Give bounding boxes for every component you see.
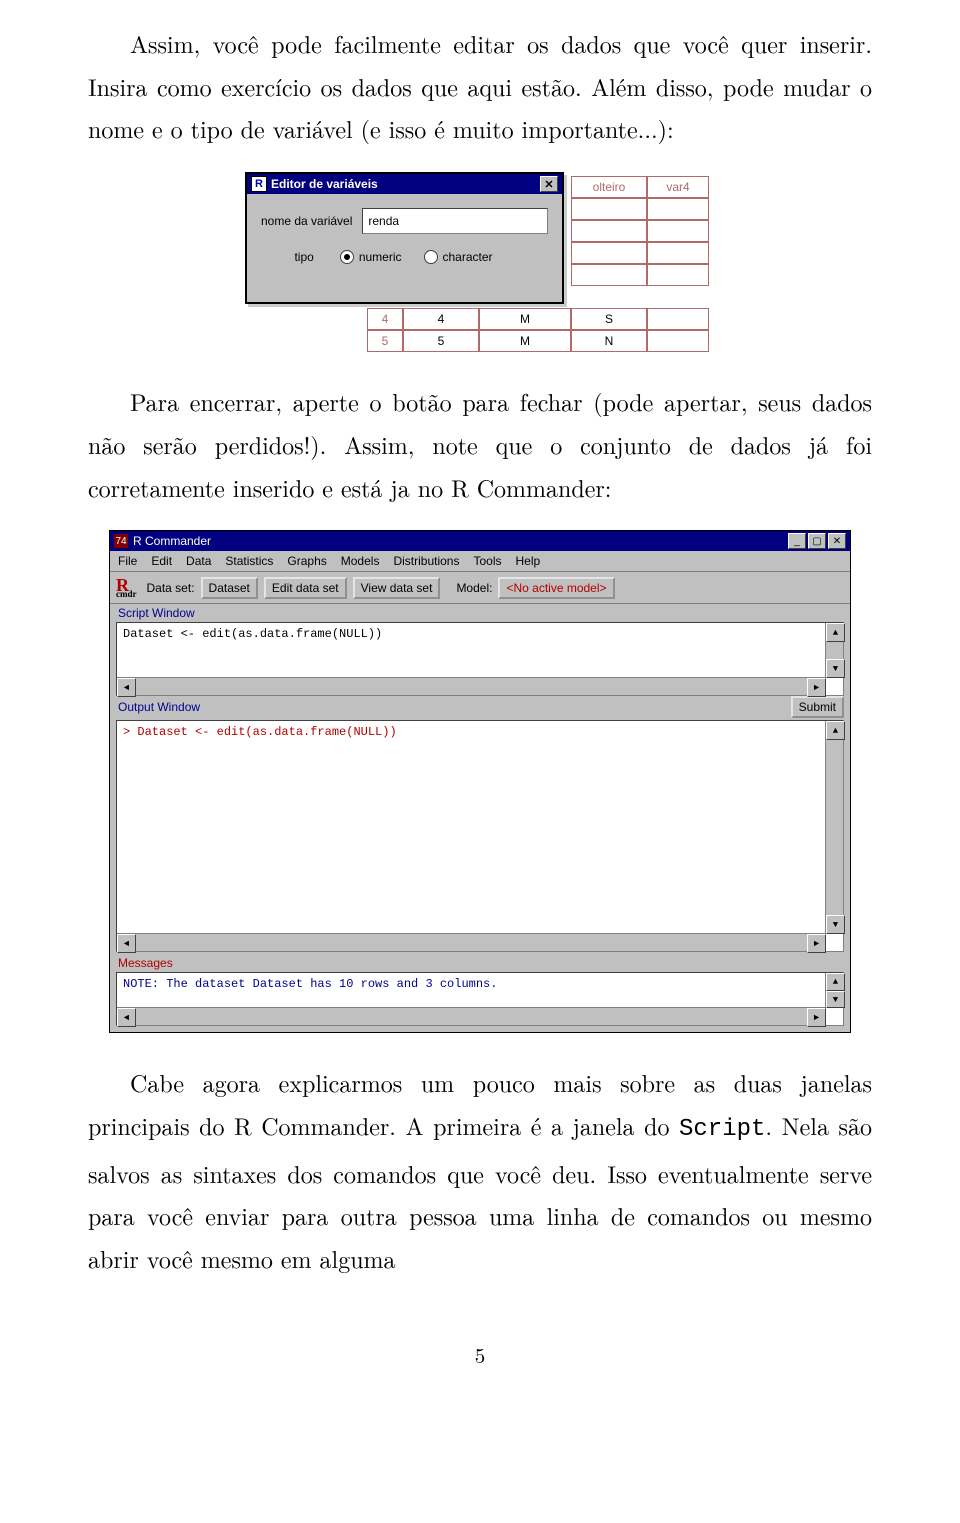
menu-graphs[interactable]: Graphs — [287, 554, 326, 568]
dialog-title: Editor de variáveis — [271, 177, 378, 191]
paragraph-3: Cabe agora explicarmos um pouco mais sob… — [88, 1061, 872, 1280]
maximize-button[interactable]: ▢ — [808, 533, 826, 549]
script-window[interactable]: Dataset <- edit(as.data.frame(NULL)) ▲▼ … — [116, 622, 844, 696]
inline-code: Script — [679, 1116, 765, 1143]
grid-rowhead: 5 — [367, 330, 403, 352]
app-icon: 74 — [114, 534, 128, 548]
submit-button[interactable]: Submit — [791, 696, 844, 718]
output-window-label: Output Window — [116, 700, 200, 714]
model-value: <No active model> — [506, 581, 606, 595]
grid-cell[interactable] — [647, 220, 709, 242]
grid-cell[interactable]: M — [479, 330, 571, 352]
rcommander-window: 74 R Commander _ ▢ ✕ File Edit Data Stat… — [109, 530, 851, 1033]
grid-cell[interactable]: 5 — [403, 330, 479, 352]
grid-cell[interactable] — [647, 330, 709, 352]
output-content: > Dataset <- edit(as.data.frame(NULL)) — [117, 721, 843, 743]
variable-name-label: nome da variável — [261, 214, 352, 228]
scroll-up-icon[interactable]: ▲ — [826, 721, 845, 740]
figure-editor-variaveis: olteiro var4 4 4 M S 5 5 M N — [88, 172, 872, 352]
grid-cell[interactable] — [571, 242, 647, 264]
radio-character[interactable]: character — [424, 250, 493, 264]
scroll-left-icon[interactable]: ◄ — [117, 934, 136, 953]
grid-cell[interactable] — [647, 198, 709, 220]
rcmdr-logo: Rcmdr — [116, 576, 137, 599]
grid-cell[interactable] — [647, 308, 709, 330]
edit-dataset-button[interactable]: Edit data set — [264, 577, 347, 599]
dataset-button[interactable]: Dataset — [201, 577, 258, 599]
dialog-titlebar: R Editor de variáveis ✕ — [247, 174, 562, 194]
type-label: tipo — [294, 250, 313, 264]
radio-numeric[interactable]: numeric — [340, 250, 402, 264]
script-window-label: Script Window — [110, 604, 850, 620]
grid-cell[interactable]: N — [571, 330, 647, 352]
messages-label: Messages — [110, 954, 850, 970]
scroll-up-icon[interactable]: ▲ — [826, 623, 845, 642]
paragraph-2: Para encerrar, aperte o botão para fecha… — [88, 380, 872, 508]
dataset-label: Data set: — [147, 581, 195, 595]
scrollbar-horizontal[interactable]: ◄► — [117, 677, 826, 695]
scroll-down-icon[interactable]: ▼ — [826, 915, 845, 934]
menu-tools[interactable]: Tools — [473, 554, 501, 568]
window-title: R Commander — [133, 534, 211, 548]
scroll-down-icon[interactable]: ▼ — [826, 991, 845, 1009]
variable-name-input[interactable] — [362, 208, 548, 234]
figure-rcommander: 74 R Commander _ ▢ ✕ File Edit Data Stat… — [88, 530, 872, 1033]
menubar: File Edit Data Statistics Graphs Models … — [110, 551, 850, 572]
radio-dot-icon — [340, 250, 354, 264]
scrollbar-vertical[interactable]: ▲▼ — [825, 623, 843, 678]
menu-models[interactable]: Models — [341, 554, 380, 568]
grid-header: olteiro — [571, 176, 647, 198]
menu-distributions[interactable]: Distributions — [393, 554, 459, 568]
scrollbar-horizontal[interactable]: ◄► — [117, 1007, 826, 1025]
window-titlebar: 74 R Commander _ ▢ ✕ — [110, 531, 850, 551]
grid-cell[interactable]: M — [479, 308, 571, 330]
r-icon: R — [251, 176, 267, 192]
menu-help[interactable]: Help — [516, 554, 541, 568]
grid-cell[interactable]: 4 — [403, 308, 479, 330]
scrollbar-vertical[interactable]: ▲▼ — [825, 721, 843, 934]
messages-window: NOTE: The dataset Dataset has 10 rows an… — [116, 972, 844, 1026]
scroll-right-icon[interactable]: ► — [807, 934, 826, 953]
paragraph-1: Assim, você pode facilmente editar os da… — [88, 22, 872, 150]
grid-cell[interactable] — [571, 220, 647, 242]
scroll-up-icon[interactable]: ▲ — [826, 973, 845, 991]
scroll-left-icon[interactable]: ◄ — [117, 1008, 136, 1027]
scroll-right-icon[interactable]: ► — [807, 678, 826, 697]
close-button[interactable]: ✕ — [540, 176, 558, 192]
model-label: Model: — [456, 581, 492, 595]
grid-cell[interactable] — [647, 242, 709, 264]
scrollbar-horizontal[interactable]: ◄► — [117, 933, 826, 951]
close-button[interactable]: ✕ — [828, 533, 846, 549]
grid-header: var4 — [647, 176, 709, 198]
messages-content: NOTE: The dataset Dataset has 10 rows an… — [117, 973, 843, 995]
view-dataset-button[interactable]: View data set — [353, 577, 441, 599]
toolbar: Rcmdr Data set: Dataset Edit data set Vi… — [110, 572, 850, 604]
menu-edit[interactable]: Edit — [151, 554, 172, 568]
output-window[interactable]: > Dataset <- edit(as.data.frame(NULL)) ▲… — [116, 720, 844, 952]
grid-cell[interactable] — [571, 264, 647, 286]
scroll-down-icon[interactable]: ▼ — [826, 659, 845, 678]
menu-data[interactable]: Data — [186, 554, 211, 568]
grid-cell[interactable] — [647, 264, 709, 286]
scroll-left-icon[interactable]: ◄ — [117, 678, 136, 697]
radio-label: numeric — [359, 250, 402, 264]
scrollbar-vertical[interactable]: ▲▼ — [825, 973, 843, 1008]
model-button[interactable]: <No active model> — [498, 577, 614, 599]
radio-label: character — [443, 250, 493, 264]
grid-cell[interactable] — [571, 198, 647, 220]
grid-cell[interactable]: S — [571, 308, 647, 330]
menu-statistics[interactable]: Statistics — [225, 554, 273, 568]
variable-editor-dialog: R Editor de variáveis ✕ nome da variável… — [245, 172, 564, 304]
grid-rowhead: 4 — [367, 308, 403, 330]
script-content[interactable]: Dataset <- edit(as.data.frame(NULL)) — [117, 623, 843, 645]
page-number: 5 — [88, 1340, 872, 1370]
scroll-right-icon[interactable]: ► — [807, 1008, 826, 1027]
radio-dot-icon — [424, 250, 438, 264]
menu-file[interactable]: File — [118, 554, 137, 568]
minimize-button[interactable]: _ — [788, 533, 806, 549]
